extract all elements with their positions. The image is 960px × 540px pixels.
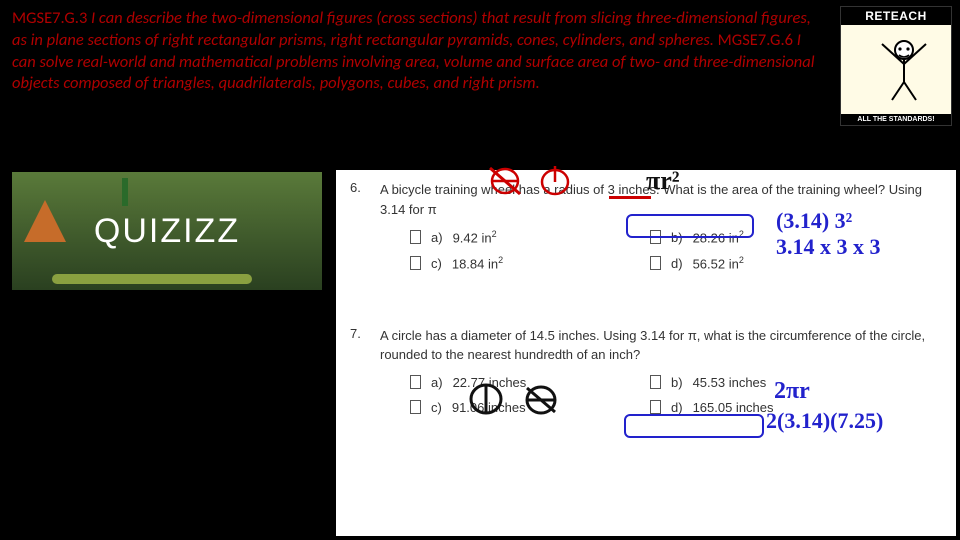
checkbox-icon[interactable] — [410, 375, 421, 389]
q6-answer-c[interactable]: c)18.84 in2 — [410, 255, 590, 271]
standard-code-1: MGSE7.G.3 — [12, 8, 91, 28]
q7-d-label: d) — [671, 400, 683, 415]
quizizz-logo-text: QUIZIZZ — [94, 212, 240, 251]
q7-a-label: a) — [431, 375, 443, 390]
question-6-text: A bicycle training wheel has a radius of… — [380, 180, 942, 219]
q6-a-value: 9.42 in — [453, 230, 492, 245]
q7-answer-d[interactable]: d) 165.05 inches — [650, 400, 830, 415]
q6-d-value: 56.52 in — [693, 257, 739, 272]
snake-icon — [52, 274, 252, 284]
q6-c-label: c) — [431, 256, 442, 271]
checkbox-icon[interactable] — [650, 400, 661, 414]
checkbox-icon[interactable] — [650, 230, 661, 244]
radius-crossed-icon — [521, 382, 561, 418]
plant-icon — [122, 178, 128, 206]
q6-answer-d[interactable]: d)56.52 in2 — [650, 255, 830, 271]
fox-icon — [24, 200, 66, 242]
q7-c-label: c) — [431, 400, 442, 415]
q6-b-label: b) — [671, 230, 683, 245]
standards-header: MGSE7.G.3 I can describe the two-dimensi… — [12, 8, 822, 95]
reteach-top-banner: RETEACH — [841, 7, 951, 25]
question-6: 6. A bicycle training wheel has a radius… — [336, 170, 956, 288]
reteach-bottom-banner: ALL THE STANDARDS! — [841, 114, 951, 125]
q6-a-label: a) — [431, 230, 443, 245]
standard-code-2: MGSE7.G.6 — [718, 30, 797, 50]
q7-answer-b[interactable]: b) 45.53 inches — [650, 375, 830, 390]
diameter-circle-icon — [466, 380, 506, 418]
q6-answer-a[interactable]: a)9.42 in2 — [410, 229, 590, 245]
reteach-meme: RETEACH ALL THE STANDARDS! — [840, 6, 952, 126]
diameter-crossed-icon — [486, 164, 524, 198]
q6-c-value: 18.84 in — [452, 257, 498, 272]
checkbox-icon[interactable] — [410, 400, 421, 414]
question-7-text: A circle has a diameter of 14.5 inches. … — [380, 326, 942, 365]
radius-circle-icon — [536, 162, 574, 198]
reteach-cartoon — [841, 25, 951, 114]
q6-b-value: 28.26 in — [693, 230, 739, 245]
checkbox-icon[interactable] — [410, 256, 421, 270]
q6-d-label: d) — [671, 256, 683, 271]
worksheet-panel: 6. A bicycle training wheel has a radius… — [336, 170, 956, 536]
question-7: 7. A circle has a diameter of 14.5 inche… — [336, 316, 956, 431]
question-6-number: 6. — [350, 180, 361, 195]
q7-b-value: 45.53 inches — [693, 375, 767, 390]
quizizz-banner: QUIZIZZ — [12, 172, 322, 290]
checkbox-icon[interactable] — [410, 230, 421, 244]
q7-d-value: 165.05 inches — [693, 400, 774, 415]
checkbox-icon[interactable] — [650, 256, 661, 270]
checkbox-icon[interactable] — [650, 375, 661, 389]
q7-b-label: b) — [671, 375, 683, 390]
question-7-number: 7. — [350, 326, 361, 341]
q6-answer-b[interactable]: b)28.26 in2 — [650, 229, 830, 245]
standard-text-1: I can describe the two-dimensional figur… — [12, 8, 811, 50]
